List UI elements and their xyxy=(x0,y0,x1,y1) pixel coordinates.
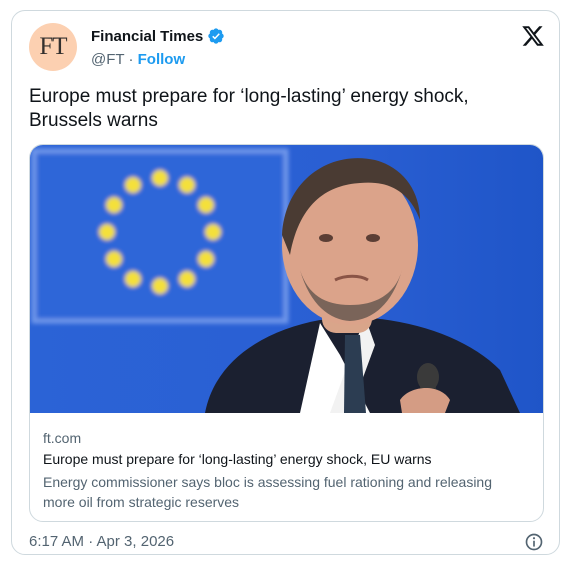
tweet-text: Europe must prepare for ‘long-lasting’ e… xyxy=(29,86,469,131)
tweet-timestamp[interactable]: 6:17 AM · Apr 3, 2026 xyxy=(29,533,174,550)
author-handle[interactable]: @FT xyxy=(91,51,124,68)
avatar[interactable]: FT xyxy=(29,23,77,71)
link-description: Energy commissioner says bloc is assessi… xyxy=(43,474,492,510)
link-card[interactable]: ft.com Europe must prepare for ‘long-las… xyxy=(29,144,544,522)
author-name[interactable]: Financial Times xyxy=(91,28,203,45)
x-logo-icon[interactable] xyxy=(521,24,545,48)
tweet-card[interactable]: FT Financial Times @FT · Follow Europe m… xyxy=(11,10,560,555)
author-handle-row: @FT · Follow xyxy=(91,51,185,68)
info-icon[interactable] xyxy=(524,532,544,552)
avatar-monogram: FT xyxy=(39,33,67,60)
verified-badge-icon xyxy=(208,28,224,44)
link-domain[interactable]: ft.com xyxy=(43,430,81,446)
follow-button[interactable]: Follow xyxy=(138,51,186,68)
author-name-row: Financial Times xyxy=(91,27,225,45)
link-title[interactable]: Europe must prepare for ‘long-lasting’ e… xyxy=(43,451,432,467)
separator: · xyxy=(124,51,138,68)
article-photo[interactable] xyxy=(30,145,543,413)
article-photo-illustration xyxy=(31,148,520,413)
